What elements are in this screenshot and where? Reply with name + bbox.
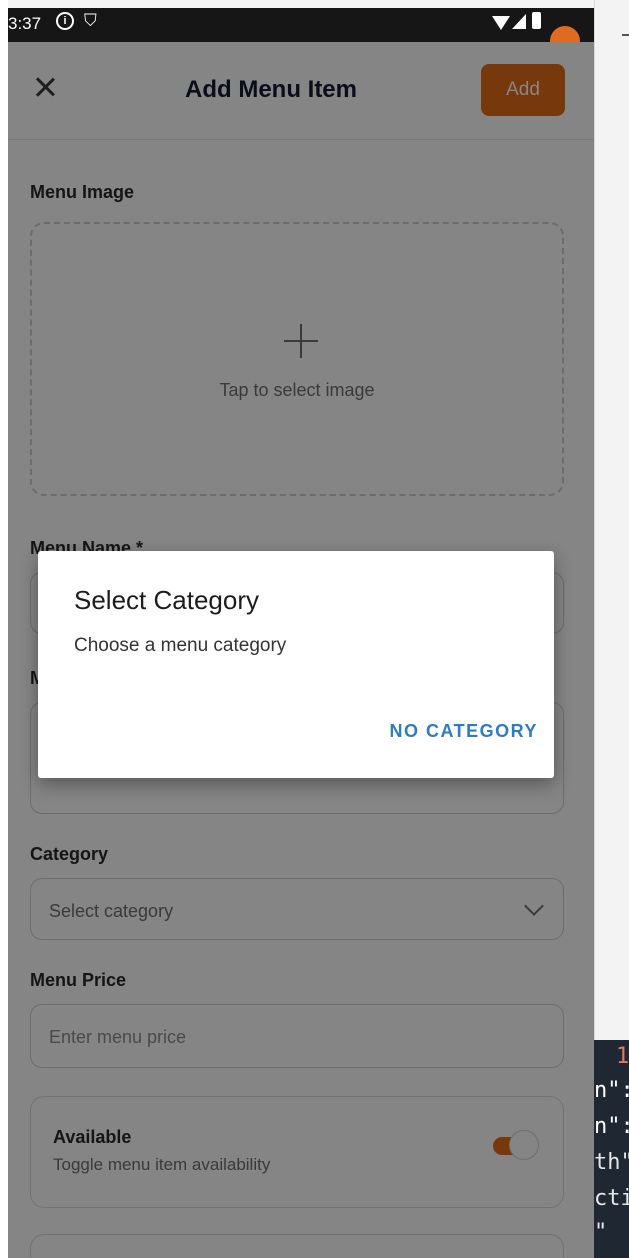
- wifi-icon: [492, 16, 510, 30]
- left-edge: [0, 0, 8, 1258]
- code-line: th": [594, 1150, 629, 1175]
- status-bar: 3:37 i ⛉: [8, 8, 594, 56]
- battery-icon: [532, 12, 541, 29]
- status-time: 3:37: [8, 14, 42, 33]
- info-icon: i: [56, 12, 74, 30]
- desktop-background: 1 n": n": th" cti " 3:37 i ⛉ Add Menu It…: [0, 0, 629, 1258]
- code-line: cti: [594, 1186, 629, 1211]
- no-category-button[interactable]: NO CATEGORY: [358, 721, 538, 755]
- signal-icon: [512, 14, 526, 29]
- dialog-message: Choose a menu category: [74, 635, 287, 656]
- code-editor-fragment: 1 n": n": th" cti ": [594, 1040, 629, 1258]
- code-line: n":: [594, 1078, 629, 1103]
- select-category-dialog: Select Category Choose a menu category N…: [38, 551, 554, 778]
- side-panel: [594, 0, 629, 1040]
- dialog-title: Select Category: [74, 585, 259, 615]
- phone-screen: 3:37 i ⛉ Add Menu Item Add Menu Image Ta…: [8, 8, 594, 1258]
- panel-dash: [622, 34, 629, 36]
- code-line: 1: [616, 1044, 629, 1069]
- code-line: n":: [594, 1114, 629, 1139]
- shield-icon: ⛉: [84, 11, 97, 30]
- code-line: ": [594, 1220, 608, 1245]
